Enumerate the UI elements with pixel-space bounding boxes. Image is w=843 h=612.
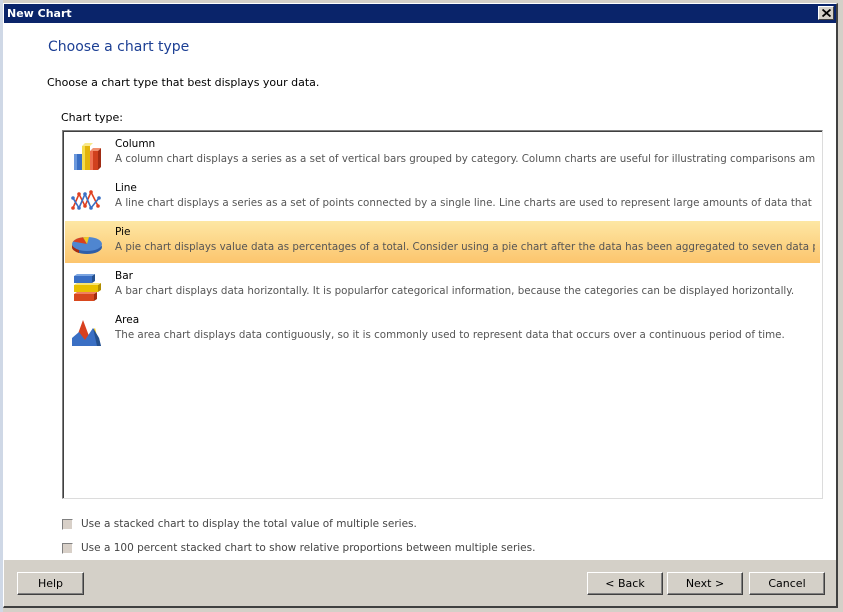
close-button[interactable] bbox=[818, 6, 834, 20]
bar-chart-icon bbox=[74, 274, 101, 301]
stacked-chart-label: Use a stacked chart to display the total… bbox=[81, 518, 417, 530]
stacked-chart-checkbox[interactable] bbox=[62, 518, 73, 530]
chart-type-item-line[interactable]: Line A line chart displays a series as a… bbox=[65, 177, 820, 219]
chart-type-description: A column chart displays a series as a se… bbox=[115, 153, 815, 165]
chart-type-description: A pie chart displays value data as perce… bbox=[115, 241, 815, 253]
chart-type-description: A line chart displays a series as a set … bbox=[115, 197, 815, 209]
chart-type-label: Chart type: bbox=[61, 111, 124, 124]
chart-type-item-pie[interactable]: Pie A pie chart displays value data as p… bbox=[65, 221, 820, 263]
chart-type-name: Area bbox=[115, 314, 140, 326]
window-title: New Chart bbox=[7, 7, 72, 20]
percent-stacked-chart-label: Use a 100 percent stacked chart to show … bbox=[81, 542, 536, 554]
chart-type-name: Bar bbox=[115, 270, 133, 282]
area-chart-icon bbox=[72, 320, 101, 346]
column-chart-icon bbox=[74, 143, 101, 170]
close-icon bbox=[821, 9, 831, 17]
dialog-footer: Help < Back Next > Cancel bbox=[4, 560, 836, 606]
chart-type-name: Line bbox=[115, 182, 137, 194]
chart-type-description: The area chart displays data contiguousl… bbox=[115, 329, 785, 341]
chart-type-description: A bar chart displays data horizontally. … bbox=[115, 285, 795, 297]
title-bar: New Chart bbox=[4, 4, 836, 23]
stacked-chart-option[interactable]: Use a stacked chart to display the total… bbox=[62, 518, 417, 530]
chart-type-name: Column bbox=[115, 138, 156, 150]
page-description: Choose a chart type that best displays y… bbox=[47, 76, 320, 89]
percent-stacked-chart-checkbox[interactable] bbox=[62, 542, 73, 554]
chart-type-item-area[interactable]: Area The area chart displays data contig… bbox=[65, 309, 820, 351]
chart-type-item-bar[interactable]: Bar A bar chart displays data horizontal… bbox=[65, 265, 820, 307]
page-title: Choose a chart type bbox=[48, 39, 190, 55]
line-chart-icon bbox=[71, 190, 101, 210]
cancel-button[interactable]: Cancel bbox=[749, 572, 825, 595]
next-button[interactable]: Next > bbox=[667, 572, 743, 595]
pie-chart-icon bbox=[71, 236, 102, 254]
help-button[interactable]: Help bbox=[17, 572, 84, 595]
new-chart-dialog: New Chart Choose a chart type Choose a c… bbox=[3, 3, 838, 608]
back-button[interactable]: < Back bbox=[587, 572, 663, 595]
percent-stacked-chart-option[interactable]: Use a 100 percent stacked chart to show … bbox=[62, 542, 535, 554]
chart-type-name: Pie bbox=[115, 226, 131, 238]
chart-type-item-column[interactable]: Column A column chart displays a series … bbox=[65, 133, 820, 175]
chart-type-list[interactable]: Column A column chart displays a series … bbox=[62, 130, 823, 499]
